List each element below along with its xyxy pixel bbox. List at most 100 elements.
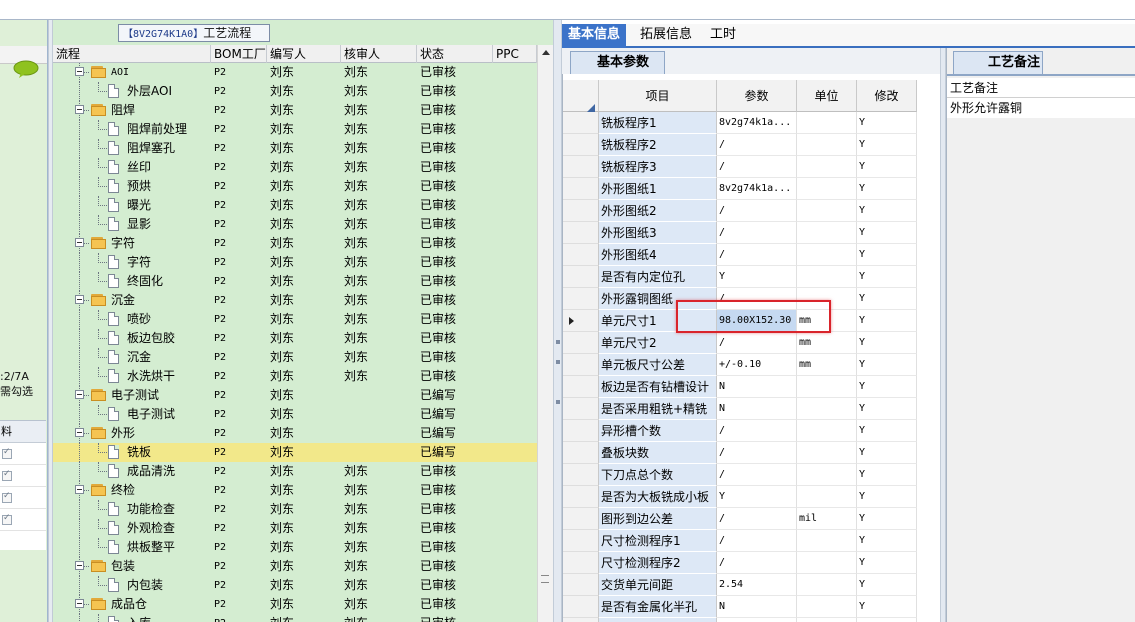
param-unit[interactable] [797,200,857,222]
param-unit[interactable] [797,266,857,288]
param-modify[interactable]: Y [857,134,917,156]
param-modify[interactable]: Y [857,398,917,420]
collapse-toggle-icon[interactable] [75,599,84,608]
tab-process-notes[interactable]: 工艺备注 [953,51,1043,74]
param-value[interactable]: N [717,376,797,398]
collapse-toggle-icon[interactable] [75,390,84,399]
param-row[interactable]: 是否采用粗铣+精铣 N Y [563,398,942,420]
param-unit[interactable]: mil [797,508,857,530]
param-modify[interactable]: Y [857,266,917,288]
chat-bubble-icon[interactable] [13,60,39,78]
param-row[interactable]: 外形图纸1 8v2g74k1a... Y [563,178,942,200]
left-check-row[interactable] [0,487,46,509]
param-unit[interactable]: mm [797,354,857,376]
row-indicator[interactable] [563,310,599,332]
col-status[interactable]: 状态 [417,45,493,63]
param-modify[interactable]: Y [857,332,917,354]
param-value[interactable]: / [717,200,797,222]
tree-step-row[interactable]: 阻焊塞孔 P2 刘东 刘东 已审核 [53,139,537,158]
param-row[interactable]: 异形槽个数 / Y [563,420,942,442]
param-modify[interactable]: Y [857,376,917,398]
col-unit[interactable]: 单位 [797,80,857,112]
param-unit[interactable] [797,464,857,486]
col-modify[interactable]: 修改 [857,80,917,112]
param-unit[interactable] [797,618,857,622]
row-indicator[interactable] [563,596,599,618]
tree-group-row[interactable]: 外形 P2 刘东 已编写 [53,424,537,443]
param-value[interactable]: / [717,134,797,156]
tree-step-row[interactable]: 入库P2刘东刘东已审核 [53,614,537,622]
row-indicator[interactable] [563,134,599,156]
col-bom-factory[interactable]: BOM工厂 [211,45,267,63]
middle-splitter[interactable] [553,20,562,622]
tree-step-row[interactable]: 终固化 P2 刘东 刘东 已审核 [53,272,537,291]
row-indicator[interactable] [563,530,599,552]
param-unit[interactable]: mm [797,332,857,354]
param-row[interactable] [563,618,942,622]
row-indicator[interactable] [563,442,599,464]
tree-group-row[interactable]: 成品仓 P2 刘东 刘东 已审核 [53,595,537,614]
param-modify[interactable]: Y [857,244,917,266]
param-unit[interactable] [797,156,857,178]
param-unit[interactable] [797,178,857,200]
param-value[interactable]: N [717,398,797,420]
col-ppc[interactable]: PPC [493,45,537,63]
row-indicator[interactable] [563,288,599,310]
tree-step-row[interactable]: 烘板整平 P2 刘东 刘东 已审核 [53,538,537,557]
param-value[interactable]: / [717,464,797,486]
param-modify[interactable]: Y [857,178,917,200]
collapse-toggle-icon[interactable] [75,67,84,76]
param-row[interactable]: 外形图纸4/ Y [563,244,942,266]
tree-group-row[interactable]: 阻焊 P2 刘东 刘东 已审核 [53,101,537,120]
param-modify[interactable]: Y [857,552,917,574]
param-unit[interactable] [797,420,857,442]
tree-step-row[interactable]: 显影 P2 刘东 刘东 已审核 [53,215,537,234]
tab-extended-info[interactable]: 拓展信息 [634,24,698,48]
param-row[interactable]: 板边是否有钻槽设计 N Y [563,376,942,398]
row-indicator[interactable] [563,112,599,134]
tree-step-row[interactable]: 预烘 P2 刘东 刘东 已审核 [53,177,537,196]
tree-step-row[interactable]: 水洗烘干 P2 刘东 刘东 已审核 [53,367,537,386]
param-row[interactable]: 铣板程序2/ Y [563,134,942,156]
param-value[interactable]: Y [717,266,797,288]
param-unit[interactable] [797,486,857,508]
col-item[interactable]: 项目 [599,80,717,112]
col-checker[interactable]: 核审人 [341,45,417,63]
param-unit[interactable] [797,244,857,266]
param-value[interactable]: / [717,552,797,574]
tree-group-row[interactable]: 字符 P2 刘东 刘东 已审核 [53,234,537,253]
col-process[interactable]: 流程 [53,45,211,63]
param-modify[interactable]: Y [857,112,917,134]
tree-step-row[interactable]: 外观检查 P2 刘东 刘东 已审核 [53,519,537,538]
param-modify[interactable]: Y [857,508,917,530]
row-indicator[interactable] [563,574,599,596]
tree-group-row[interactable]: 终检 P2 刘东 刘东 已审核 [53,481,537,500]
param-modify[interactable]: Y [857,200,917,222]
param-modify[interactable]: Y [857,310,917,332]
param-modify[interactable] [857,618,917,622]
param-modify[interactable]: Y [857,420,917,442]
param-value[interactable]: / [717,222,797,244]
param-unit[interactable] [797,134,857,156]
param-modify[interactable]: Y [857,464,917,486]
param-modify[interactable]: Y [857,442,917,464]
param-value[interactable]: / [717,156,797,178]
tree-step-row[interactable]: 沉金 P2 刘东 刘东 已审核 [53,348,537,367]
param-value[interactable]: +/-0.10 [717,354,797,376]
tree-scrollbar[interactable] [537,45,553,622]
tab-basic-params[interactable]: 基本参数 [570,51,665,74]
checkbox[interactable] [2,447,12,459]
tree-step-row[interactable]: 丝印 P2 刘东 刘东 已审核 [53,158,537,177]
param-row[interactable]: 尺寸检测程序1/ Y [563,530,942,552]
param-unit[interactable] [797,222,857,244]
param-modify[interactable]: Y [857,596,917,618]
param-row[interactable]: 外形图纸3/ Y [563,222,942,244]
collapse-toggle-icon[interactable] [75,485,84,494]
left-check-row[interactable] [0,465,46,487]
row-indicator[interactable] [563,354,599,376]
param-row[interactable]: 下刀点总个数 / Y [563,464,942,486]
row-indicator[interactable] [563,398,599,420]
scroll-grip-icon[interactable] [541,575,549,583]
tab-work-hours[interactable]: 工时 [704,24,742,48]
param-row[interactable]: 图形到边公差 / mil Y [563,508,942,530]
